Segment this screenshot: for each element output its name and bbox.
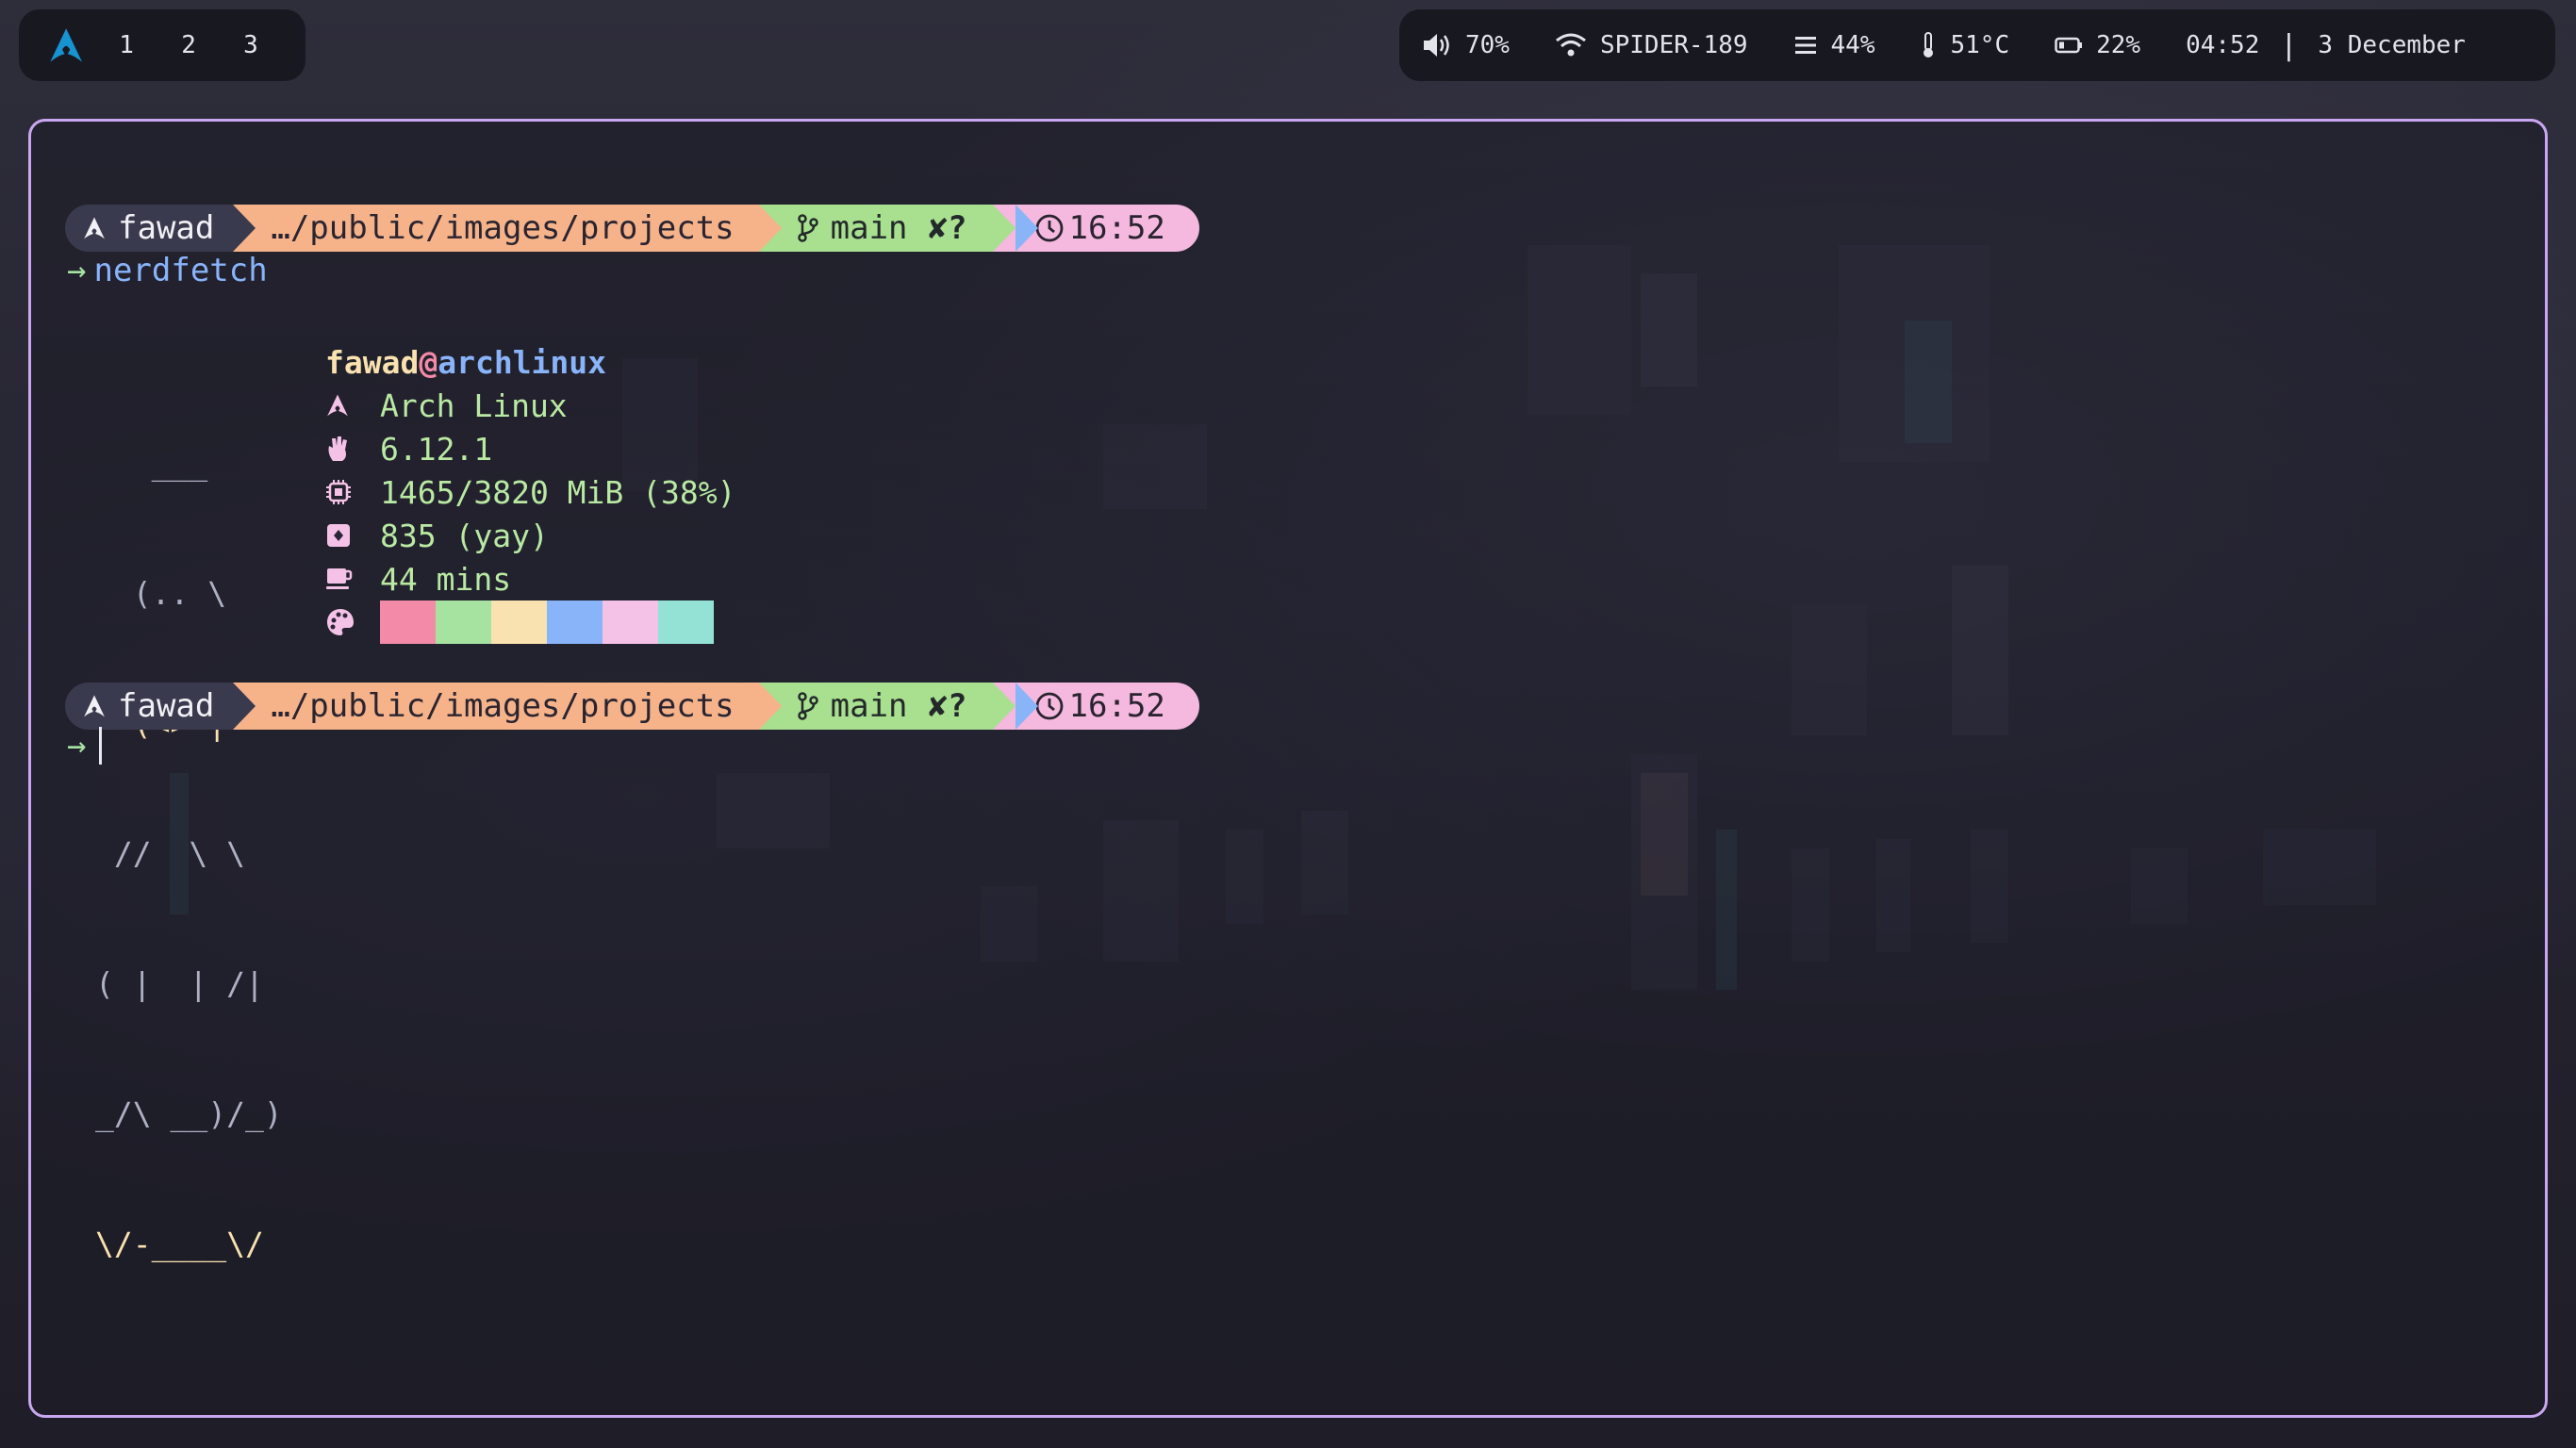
ascii-line: _/\ __)/_) xyxy=(95,1095,283,1132)
memory-value: 44% xyxy=(1830,31,1875,59)
prompt-git-status: ✘? xyxy=(928,687,967,725)
fetch-memory: 1465/3820 MiB (38%) xyxy=(380,473,736,511)
arch-logo-icon[interactable] xyxy=(47,25,85,66)
fetch-os: Arch Linux xyxy=(380,387,568,424)
color-palette xyxy=(380,601,714,644)
fetch-palette-row xyxy=(325,601,736,644)
prompt-user: fawad xyxy=(118,209,215,247)
fetch-userhost: fawad @ archlinux xyxy=(325,340,736,384)
fetch-packages: 835 (yay) xyxy=(380,517,549,554)
ascii-line: // \ \ xyxy=(95,835,245,872)
clock-date: 3 December xyxy=(2318,31,2466,59)
prompt-path: …/public/images/projects xyxy=(271,687,735,725)
palette-swatch xyxy=(436,601,491,644)
fetch-memory-row: 1465/3820 MiB (38%) xyxy=(325,470,736,514)
workspace-1[interactable]: 1 xyxy=(119,31,181,59)
palette-icon xyxy=(327,609,354,635)
ascii-line: (.. \ xyxy=(95,575,227,612)
arch-icon xyxy=(327,394,348,417)
volume-value: 70% xyxy=(1465,31,1510,59)
command-text: nerdfetch xyxy=(93,252,268,289)
cpu-chip-icon xyxy=(326,480,351,504)
prompt-bar: fawad …/public/images/projects main ✘? 1… xyxy=(65,683,1199,730)
prompt-path: …/public/images/projects xyxy=(271,209,735,247)
fetch-packages-row: 835 (yay) xyxy=(325,514,736,557)
palette-swatch xyxy=(547,601,603,644)
arch-icon xyxy=(84,217,105,239)
memory-icon xyxy=(1794,37,1816,54)
fetch-os-row: Arch Linux xyxy=(325,384,736,427)
status-bar: 70% SPIDER-189 44% 51°C 22% 04:52 | 3 De… xyxy=(1399,9,2555,81)
memory-indicator[interactable]: 44% xyxy=(1793,31,1875,59)
git-branch-icon xyxy=(797,214,818,242)
palette-swatch xyxy=(603,601,658,644)
fetch-uptime: 44 mins xyxy=(380,560,512,598)
clock-icon xyxy=(1036,214,1064,242)
volume-icon xyxy=(1424,34,1449,57)
prompt-user-segment: fawad xyxy=(65,683,256,730)
command-line[interactable]: → xyxy=(67,727,103,765)
arch-icon xyxy=(84,695,105,717)
clock-time: 04:52 xyxy=(2186,31,2260,59)
prompt-arrow: → xyxy=(67,727,87,765)
prompt-branch: main xyxy=(830,687,908,725)
wifi-icon xyxy=(1556,33,1586,57)
prompt-user-segment: fawad xyxy=(65,205,256,252)
temperature-value: 51°C xyxy=(1950,31,2010,59)
palette-swatch xyxy=(491,601,547,644)
palette-swatch xyxy=(658,601,714,644)
kernel-icon xyxy=(328,436,347,461)
fetch-kernel: 6.12.1 xyxy=(380,430,493,468)
text-cursor xyxy=(99,727,103,765)
prompt-bar: fawad …/public/images/projects main ✘? 1… xyxy=(65,205,1199,252)
wifi-ssid: SPIDER-189 xyxy=(1599,31,1748,59)
prompt-path-segment: …/public/images/projects xyxy=(233,205,782,252)
prompt-user: fawad xyxy=(118,687,215,725)
palette-swatch xyxy=(380,601,436,644)
prompt-arrow: → xyxy=(67,252,87,289)
coffee-icon xyxy=(326,568,353,589)
fetch-at: @ xyxy=(419,343,438,381)
terminal-window[interactable]: fawad …/public/images/projects main ✘? 1… xyxy=(28,119,2548,1418)
prompt-git-status: ✘? xyxy=(928,209,967,247)
battery-value: 22% xyxy=(2096,31,2141,59)
thermometer-icon xyxy=(1924,32,1934,58)
package-icon xyxy=(327,524,350,547)
clock[interactable]: 04:52 | 3 December xyxy=(2186,29,2466,62)
fetch-host: archlinux xyxy=(438,343,607,381)
volume-indicator[interactable]: 70% xyxy=(1422,31,1510,59)
clock-icon xyxy=(1036,692,1064,720)
fetch-user: fawad xyxy=(325,343,420,381)
prompt-path-segment: …/public/images/projects xyxy=(233,683,782,730)
wifi-indicator[interactable]: SPIDER-189 xyxy=(1555,31,1748,59)
git-branch-icon xyxy=(797,692,818,720)
battery-indicator[interactable]: 22% xyxy=(2055,31,2140,59)
ascii-line: ( | | /| xyxy=(95,965,264,1002)
ascii-line: ___ xyxy=(95,445,208,482)
ascii-art: ___ (.. \ (<> | // \ \ ( | | /| _/\ __)/… xyxy=(95,355,283,1353)
clock-separator: | xyxy=(2280,28,2298,62)
prompt-git-segment: main ✘? xyxy=(758,683,1039,730)
fetch-info: fawad @ archlinux Arch Linux 6.12.1 1465/3… xyxy=(325,340,736,644)
prompt-branch: main xyxy=(830,209,908,247)
fetch-kernel-row: 6.12.1 xyxy=(325,427,736,470)
workspace-2[interactable]: 2 xyxy=(181,31,243,59)
workspace-bar: 1 2 3 xyxy=(19,9,305,81)
prompt-time: 16:52 xyxy=(1068,687,1165,725)
prompt-git-segment: main ✘? xyxy=(758,205,1039,252)
ascii-line: \/-____\/ xyxy=(95,1226,264,1262)
fetch-uptime-row: 44 mins xyxy=(325,557,736,601)
workspace-3[interactable]: 3 xyxy=(243,31,305,59)
temperature-indicator[interactable]: 51°C xyxy=(1920,31,2009,59)
battery-icon xyxy=(2055,37,2083,54)
command-line: → nerdfetch xyxy=(67,252,268,289)
prompt-time: 16:52 xyxy=(1068,209,1165,247)
